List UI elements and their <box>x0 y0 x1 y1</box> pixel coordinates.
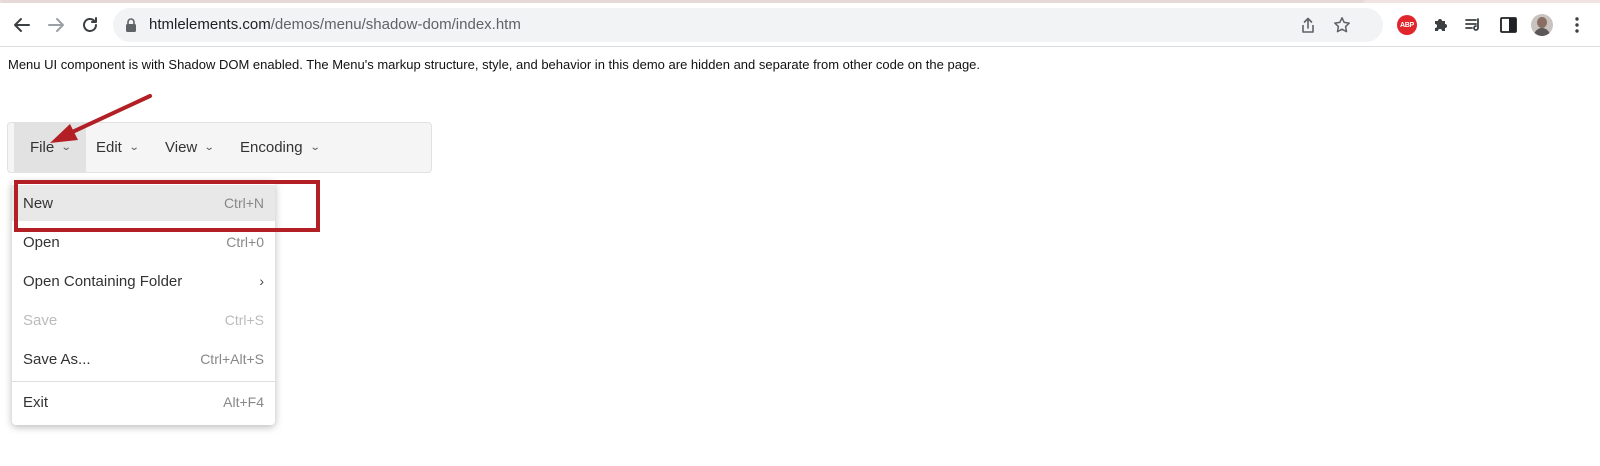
menu-encoding-label: Encoding <box>240 139 303 156</box>
menu-item-label: Open <box>23 233 60 251</box>
menu-item-shortcut: Alt+F4 <box>223 394 264 410</box>
menu-item-shortcut: Ctrl+Alt+S <box>200 351 264 367</box>
kebab-menu-icon[interactable] <box>1565 13 1589 37</box>
annotation-arrow <box>50 94 152 143</box>
menu-item-shortcut: Ctrl+0 <box>226 234 264 250</box>
bookmark-star-icon[interactable] <box>1332 15 1352 35</box>
browser-toolbar: htmlelements.com/demos/menu/shadow-dom/i… <box>0 3 1600 47</box>
url-path: /demos/menu/shadow-dom/index.htm <box>270 16 521 33</box>
url-text: htmlelements.com/demos/menu/shadow-dom/i… <box>149 16 521 34</box>
extensions-puzzle-icon[interactable] <box>1429 13 1453 37</box>
menu-separator <box>12 381 275 382</box>
menu-item-open-containing-folder[interactable]: Open Containing Folder › <box>12 263 275 299</box>
menu-item-label: Open Containing Folder <box>23 272 183 290</box>
menu-item-label: Exit <box>23 393 49 411</box>
menu-item-save-as[interactable]: Save As... Ctrl+Alt+S <box>12 341 275 377</box>
profile-avatar[interactable] <box>1530 13 1554 37</box>
abp-label: ABP <box>1397 15 1417 35</box>
chevron-down-icon: ⌄ <box>309 142 321 153</box>
menu-item-label: Save <box>23 311 58 329</box>
menu-item-label: Save As... <box>23 350 91 368</box>
menu-item-exit[interactable]: Exit Alt+F4 <box>12 384 275 420</box>
menu-encoding[interactable]: Encoding ⌄ <box>233 123 321 172</box>
menu-item-shortcut: Ctrl+S <box>224 312 264 328</box>
side-panel-icon[interactable] <box>1496 13 1520 37</box>
address-bar[interactable]: htmlelements.com/demos/menu/shadow-dom/i… <box>113 8 1383 42</box>
avatar-image <box>1531 14 1553 36</box>
reading-list-icon[interactable] <box>1462 13 1486 37</box>
share-icon[interactable] <box>1298 15 1318 35</box>
annotation-highlight-box <box>14 180 320 232</box>
adblock-plus-icon[interactable]: ABP <box>1395 13 1419 37</box>
menu-item-save: Save Ctrl+S <box>12 302 275 338</box>
chevron-down-icon: ⌄ <box>203 142 215 153</box>
chevron-right-icon: › <box>259 273 264 289</box>
